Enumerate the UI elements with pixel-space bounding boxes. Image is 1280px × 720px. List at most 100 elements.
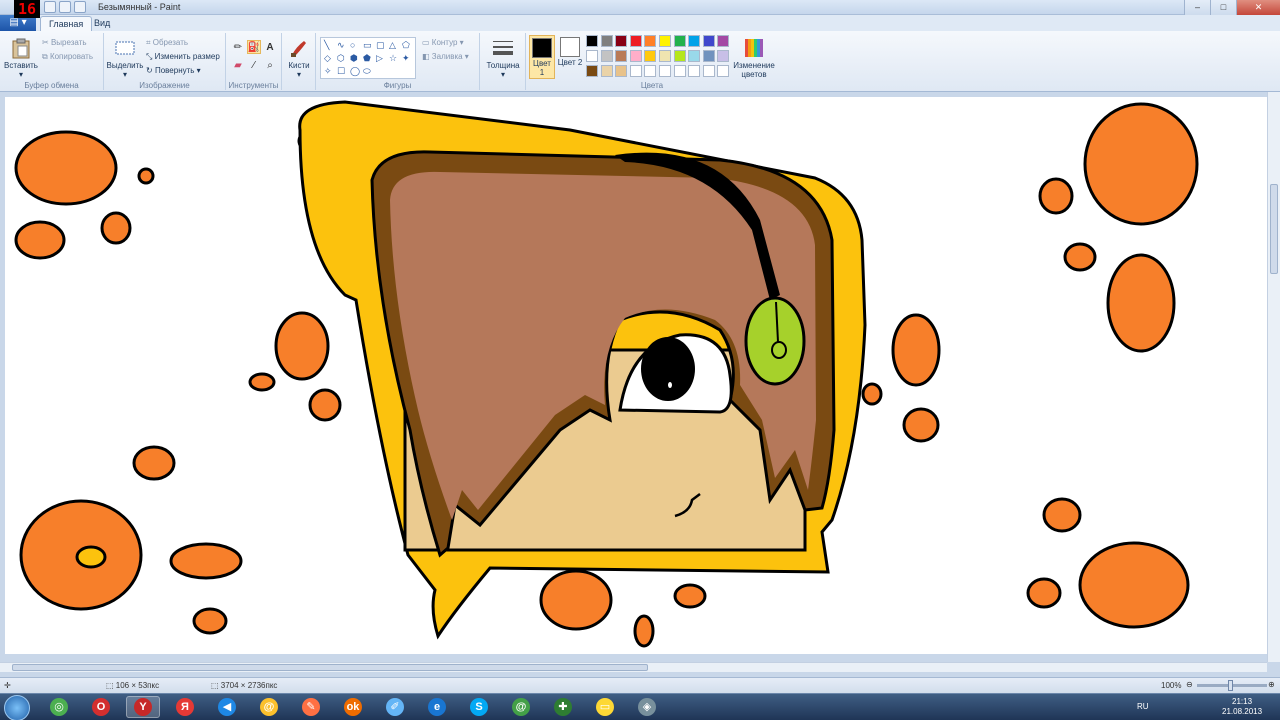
palette-swatch[interactable]	[688, 35, 701, 47]
palette-swatch[interactable]	[717, 35, 730, 47]
palette-swatch[interactable]	[644, 35, 657, 47]
shape-option[interactable]: ⬡	[337, 53, 345, 63]
plus-taskbar-button[interactable]: ✚	[546, 696, 580, 718]
zoom-out-button[interactable]: ⊖	[1186, 680, 1193, 689]
save-icon[interactable]	[44, 1, 56, 13]
shape-option[interactable]: ✧	[324, 66, 332, 76]
fill-button[interactable]: ◧ Заливка ▾	[422, 51, 469, 63]
chrome-taskbar-button[interactable]: ◎	[42, 696, 76, 718]
magnifier-icon[interactable]: ⌕	[263, 58, 277, 72]
color-picker-icon[interactable]: ⁄	[247, 58, 261, 72]
palette-swatch[interactable]	[600, 35, 613, 47]
outline-button[interactable]: ▭ Контур ▾	[422, 37, 464, 49]
shape-option[interactable]: ○	[350, 40, 355, 50]
palette-swatch[interactable]	[717, 65, 730, 77]
copy-button[interactable]: ⧉ Копировать	[42, 51, 93, 63]
horizontal-scroll-thumb[interactable]	[12, 664, 648, 671]
tab-home[interactable]: Главная	[40, 16, 93, 31]
palette-swatch[interactable]	[586, 35, 598, 47]
palette-swatch[interactable]	[600, 65, 613, 77]
zoom-in-button[interactable]: ⊕	[1268, 680, 1275, 689]
shape-option[interactable]: ⬭	[363, 66, 371, 76]
paste-button[interactable]: Вставить ▾	[4, 37, 38, 79]
edit-colors-button[interactable]: Изменение цветов	[730, 37, 778, 79]
zoom-slider-thumb[interactable]	[1228, 680, 1233, 691]
palette-swatch[interactable]	[615, 65, 628, 77]
select-button[interactable]: Выделить ▾	[106, 37, 144, 79]
maximize-button[interactable]: □	[1210, 0, 1236, 15]
odnoklassniki-taskbar-button[interactable]: ok	[336, 696, 370, 718]
media-player-taskbar-button[interactable]: ◀	[210, 696, 244, 718]
shape-option[interactable]: ▭	[363, 40, 372, 50]
palette-swatch[interactable]	[659, 65, 671, 77]
minimize-button[interactable]: –	[1184, 0, 1210, 15]
vertical-scroll-thumb[interactable]	[1270, 184, 1278, 274]
shape-option[interactable]: ╲	[324, 40, 329, 50]
folder-taskbar-button[interactable]: ▭	[588, 696, 622, 718]
palette-swatch[interactable]	[586, 65, 598, 77]
shape-option[interactable]: ☆	[389, 53, 397, 63]
yandex-browser-taskbar-button[interactable]: Y	[126, 696, 160, 718]
palette-swatch[interactable]	[673, 65, 686, 77]
start-button[interactable]	[4, 695, 30, 720]
shape-option[interactable]: ◇	[324, 53, 331, 63]
horizontal-scrollbar[interactable]	[0, 662, 1267, 672]
palette-swatch[interactable]	[702, 35, 715, 47]
palette-swatch[interactable]	[702, 50, 715, 62]
palette-swatch[interactable]	[600, 50, 613, 62]
palette-swatch[interactable]	[702, 65, 715, 77]
eraser-icon[interactable]: ▰	[231, 58, 245, 72]
redo-icon[interactable]	[74, 1, 86, 13]
skype-taskbar-button[interactable]: S	[462, 696, 496, 718]
eraser-taskbar-button[interactable]: ◈	[630, 696, 664, 718]
text-tool-icon[interactable]: A	[263, 40, 277, 54]
brushes-button[interactable]: Кисти ▾	[285, 37, 313, 79]
pencil-icon[interactable]: ✏	[231, 40, 245, 54]
palette-swatch[interactable]	[629, 65, 642, 77]
shape-option[interactable]: △	[389, 40, 396, 50]
tab-view[interactable]: Вид	[86, 16, 118, 31]
shape-option[interactable]: ▢	[376, 40, 385, 50]
crop-button[interactable]: ⌗ Обрезать	[146, 37, 188, 49]
palette-swatch[interactable]	[688, 50, 701, 62]
shape-option[interactable]: ⬟	[363, 53, 371, 63]
cut-button[interactable]: ✂ Вырезать	[42, 37, 87, 49]
vertical-scrollbar[interactable]	[1267, 92, 1280, 662]
fill-bucket-icon[interactable]: ⛽	[247, 40, 261, 54]
icq-taskbar-button[interactable]: @	[504, 696, 538, 718]
rotate-button[interactable]: ↻ Повернуть ▾	[146, 65, 201, 77]
shape-option[interactable]: ☐	[337, 66, 345, 76]
thickness-button[interactable]: Толщина ▾	[485, 37, 521, 79]
palette-swatch[interactable]	[629, 35, 642, 47]
clock[interactable]: 21:13 21.08.2013	[1222, 697, 1262, 717]
shape-option[interactable]: ◯	[350, 66, 360, 76]
palette-swatch[interactable]	[644, 50, 657, 62]
color2-button[interactable]: Цвет 2	[557, 35, 583, 79]
color1-button[interactable]: Цвет 1	[529, 35, 555, 79]
palette-swatch[interactable]	[673, 50, 686, 62]
resize-button[interactable]: ⤡ Изменить размер	[146, 51, 220, 63]
shape-option[interactable]: ∿	[337, 40, 345, 50]
palette-swatch[interactable]	[659, 35, 671, 47]
palette-swatch[interactable]	[629, 50, 642, 62]
shape-option[interactable]: ⬠	[402, 40, 410, 50]
drawing-canvas[interactable]	[5, 97, 1267, 654]
undo-icon[interactable]	[59, 1, 71, 13]
language-indicator[interactable]: RU	[1137, 702, 1149, 711]
yandex-taskbar-button[interactable]: Я	[168, 696, 202, 718]
internet-explorer-taskbar-button[interactable]: e	[420, 696, 454, 718]
shape-option[interactable]: ✦	[402, 53, 410, 63]
palette-swatch[interactable]	[673, 35, 686, 47]
palette-swatch[interactable]	[659, 50, 671, 62]
palette-swatch[interactable]	[586, 50, 598, 62]
palette-swatch[interactable]	[688, 65, 701, 77]
paint-taskbar-button[interactable]: ✎	[294, 696, 328, 718]
palette-swatch[interactable]	[615, 35, 628, 47]
close-button[interactable]: ✕	[1236, 0, 1280, 15]
mail-agent-taskbar-button[interactable]: @	[252, 696, 286, 718]
palette-swatch[interactable]	[717, 50, 730, 62]
shape-option[interactable]: ▷	[376, 53, 383, 63]
palette-swatch[interactable]	[644, 65, 657, 77]
shape-option[interactable]: ⬢	[350, 53, 358, 63]
notepad-taskbar-button[interactable]: ✐	[378, 696, 412, 718]
